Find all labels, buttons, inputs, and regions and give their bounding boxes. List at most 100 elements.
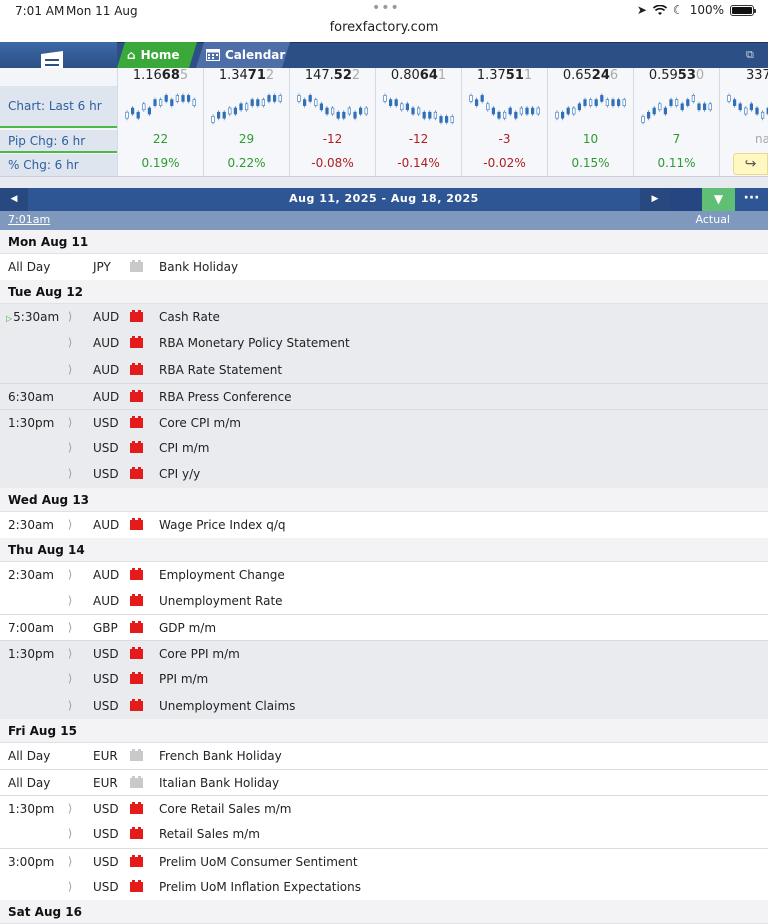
high-impact-folder-icon[interactable] [130,854,143,867]
holiday-impact-folder-icon[interactable] [130,260,143,272]
ticker-market[interactable]: 1.34712 29 0.22% [203,68,289,176]
tab-calendar[interactable]: Calendar [196,42,290,68]
event-row[interactable]: ⟩ USD PPI m/m [0,666,768,693]
event-title[interactable]: Prelim UoM Inflation Expectations [159,880,361,894]
high-impact-folder-icon[interactable] [130,698,143,711]
event-detail-icon[interactable]: ⟩ [68,855,72,868]
event-detail-icon[interactable]: ⟩ [68,802,72,815]
event-row[interactable]: All Day EUR Italian Bank Holiday [0,769,768,796]
high-impact-folder-icon[interactable] [130,802,143,815]
current-time-link[interactable]: 7:01am [8,213,50,226]
high-impact-folder-icon[interactable] [130,879,143,892]
event-title[interactable]: RBA Rate Statement [159,363,282,377]
tab-home[interactable]: ⌂ Home [117,42,197,68]
event-row[interactable]: 7:00am ⟩ GBP GDP m/m [0,614,768,641]
high-impact-folder-icon[interactable] [130,467,143,480]
event-title[interactable]: Italian Bank Holiday [159,776,279,790]
high-impact-folder-icon[interactable] [130,621,143,634]
event-detail-icon[interactable]: ⟩ [68,416,72,429]
event-title[interactable]: Prelim UoM Consumer Sentiment [159,855,358,869]
high-impact-folder-icon[interactable] [130,441,143,454]
event-detail-icon[interactable]: ⟩ [68,594,72,607]
event-title[interactable]: CPI y/y [159,467,200,481]
event-row[interactable]: 1:30pm ⟩ USD Core CPI m/m [0,408,768,436]
high-impact-folder-icon[interactable] [130,593,143,606]
event-title[interactable]: Cash Rate [159,310,220,324]
high-impact-folder-icon[interactable] [130,415,143,428]
high-impact-folder-icon[interactable] [130,362,143,375]
event-title[interactable]: Employment Change [159,568,285,582]
event-detail-icon[interactable]: ⟩ [68,336,72,349]
ticker-market[interactable]: 0.80641 -12 -0.14% [375,68,461,176]
ticker-label-pip[interactable]: Pip Chg: 6 hr [0,130,117,153]
ticker-market[interactable]: 0.65246 10 0.15% [547,68,633,176]
high-impact-folder-icon[interactable] [130,672,143,685]
ticker-market[interactable]: 1.16685 22 0.19% [117,68,203,176]
more-options-icon[interactable]: ··· [735,188,768,211]
event-title[interactable]: Unemployment Rate [159,594,283,608]
event-title[interactable]: PPI m/m [159,672,208,686]
event-title[interactable]: Core Retail Sales m/m [159,802,292,816]
event-row[interactable]: 6:30am AUD RBA Press Conference [0,382,768,409]
event-row[interactable]: ⟩ AUD RBA Monetary Policy Statement [0,330,768,357]
multitask-dots-icon[interactable]: ••• [372,0,400,16]
event-row[interactable]: ⟩ USD Retail Sales m/m [0,821,768,848]
high-impact-folder-icon[interactable] [130,336,143,349]
ticker-label-pct[interactable]: % Chg: 6 hr [0,154,117,176]
event-row[interactable]: ⟩ AUD Unemployment Rate [0,587,768,615]
holiday-impact-folder-icon[interactable] [130,748,143,761]
event-title[interactable]: Unemployment Claims [159,699,295,713]
ticker-market[interactable]: 147.522 -12 -0.08% [289,68,375,176]
event-title[interactable]: Wage Price Index q/q [159,518,285,532]
high-impact-folder-icon[interactable] [130,567,143,580]
event-title[interactable]: Core CPI m/m [159,416,241,430]
event-row[interactable]: All Day JPY Bank Holiday [0,254,768,281]
event-title[interactable]: French Bank Holiday [159,749,282,763]
sign-out-icon[interactable]: ⧉ [746,48,758,61]
event-detail-icon[interactable]: ⟩ [68,568,72,581]
event-row[interactable]: ⟩ USD Prelim UoM Inflation Expectations [0,873,768,900]
event-detail-icon[interactable]: ⟩ [68,880,72,893]
ticker-toggle-icon[interactable]: ↪ [733,153,768,175]
event-row[interactable]: 1:30pm ⟩ USD Core Retail Sales m/m [0,795,768,822]
ticker-market[interactable]: 1.37511 -3 -0.02% [461,68,547,176]
event-detail-icon[interactable]: ⟩ [68,672,72,685]
event-title[interactable]: Bank Holiday [159,260,238,274]
next-week-button[interactable]: ▶ [640,188,670,211]
high-impact-folder-icon[interactable] [130,310,143,323]
event-title[interactable]: RBA Press Conference [159,390,292,404]
event-detail-icon[interactable]: ⟩ [68,647,72,660]
event-row[interactable]: ⟩ USD CPI y/y [0,461,768,488]
event-row[interactable]: 1:30pm ⟩ USD Core PPI m/m [0,640,768,667]
event-row[interactable]: 3:00pm ⟩ USD Prelim UoM Consumer Sentiment [0,847,768,874]
event-title[interactable]: Retail Sales m/m [159,827,260,841]
event-title[interactable]: CPI m/m [159,441,209,455]
filter-icon[interactable]: ▼ [702,188,735,211]
event-detail-icon[interactable]: ⟩ [68,621,72,634]
event-detail-icon[interactable]: ⟩ [68,467,72,480]
high-impact-folder-icon[interactable] [130,647,143,660]
ticker-market[interactable]: 0.59530 7 0.11% [633,68,719,176]
event-row[interactable]: 2:30am ⟩ AUD Wage Price Index q/q [0,511,768,538]
address-bar-url[interactable]: forexfactory.com [0,20,768,35]
event-row[interactable]: ▷5:30am ⟩ AUD Cash Rate [0,304,768,331]
event-detail-icon[interactable]: ⟩ [68,827,72,840]
high-impact-folder-icon[interactable] [130,827,143,840]
event-row[interactable]: ⟩ AUD RBA Rate Statement [0,356,768,383]
event-detail-icon[interactable]: ⟩ [68,363,72,376]
ticker-label-chart[interactable]: Chart: Last 6 hr [0,86,117,128]
event-title[interactable]: GDP m/m [159,621,216,635]
event-title[interactable]: Core PPI m/m [159,647,240,661]
event-detail-icon[interactable]: ⟩ [68,518,72,531]
event-title[interactable]: RBA Monetary Policy Statement [159,336,350,350]
event-row[interactable]: ⟩ USD Unemployment Claims [0,692,768,719]
event-detail-icon[interactable]: ⟩ [68,310,72,323]
holiday-impact-folder-icon[interactable] [130,776,143,788]
event-row[interactable]: All Day EUR French Bank Holiday [0,742,768,769]
event-detail-icon[interactable]: ⟩ [68,441,72,454]
event-detail-icon[interactable]: ⟩ [68,699,72,712]
high-impact-folder-icon[interactable] [130,517,143,530]
event-row[interactable]: 2:30am ⟩ AUD Employment Change [0,561,768,588]
high-impact-folder-icon[interactable] [130,389,143,402]
event-row[interactable]: ⟩ USD CPI m/m [0,435,768,462]
